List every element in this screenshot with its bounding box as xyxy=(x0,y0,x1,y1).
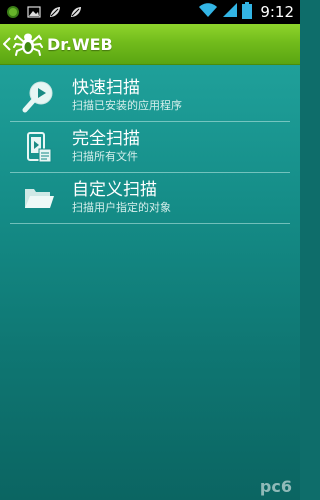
action-bar: Dr.WEB xyxy=(0,24,300,65)
status-time: 9:12 xyxy=(260,3,294,21)
menu-item-quick-scan[interactable]: 快速扫描 扫描已安装的应用程序 xyxy=(0,71,300,121)
leaf-icon xyxy=(68,4,84,20)
menu-item-subtitle: 扫描已安装的应用程序 xyxy=(72,99,182,112)
battery-icon xyxy=(242,1,253,23)
phone-file-icon xyxy=(22,130,56,164)
menu-item-text: 快速扫描 扫描已安装的应用程序 xyxy=(72,77,182,113)
menu-item-title: 完全扫描 xyxy=(72,129,140,149)
wifi-icon xyxy=(198,2,218,22)
menu-item-custom-scan[interactable]: 自定义扫描 扫描用户指定的对象 xyxy=(0,173,300,223)
menu-item-title: 快速扫描 xyxy=(72,78,140,98)
menu-item-subtitle: 扫描用户指定的对象 xyxy=(72,201,171,214)
dr-web-spider-logo-icon[interactable] xyxy=(13,29,43,59)
image-icon xyxy=(26,4,42,20)
status-bar: 9:12 xyxy=(0,0,300,24)
menu-item-text: 自定义扫描 扫描用户指定的对象 xyxy=(72,179,171,215)
signal-icon xyxy=(222,2,238,22)
menu-item-subtitle: 扫描所有文件 xyxy=(72,150,138,163)
folder-icon xyxy=(22,181,56,215)
watermark: pc6 xyxy=(259,477,292,496)
scan-menu-list: 快速扫描 扫描已安装的应用程序 完全扫描 扫描所有文件 自定义扫描 扫描用户指定… xyxy=(0,71,300,224)
menu-item-text: 完全扫描 扫描所有文件 xyxy=(72,128,140,164)
app-title: Dr.WEB xyxy=(47,34,113,54)
main-content: 快速扫描 扫描已安装的应用程序 完全扫描 扫描所有文件 自定义扫描 扫描用户指定… xyxy=(0,65,300,500)
android-icon xyxy=(5,4,21,20)
leaf-icon xyxy=(47,4,63,20)
magnifier-play-icon xyxy=(22,79,56,113)
menu-item-full-scan[interactable]: 完全扫描 扫描所有文件 xyxy=(0,122,300,172)
back-chevron-icon[interactable] xyxy=(2,34,12,54)
divider xyxy=(10,223,290,224)
menu-item-title: 自定义扫描 xyxy=(72,180,157,200)
